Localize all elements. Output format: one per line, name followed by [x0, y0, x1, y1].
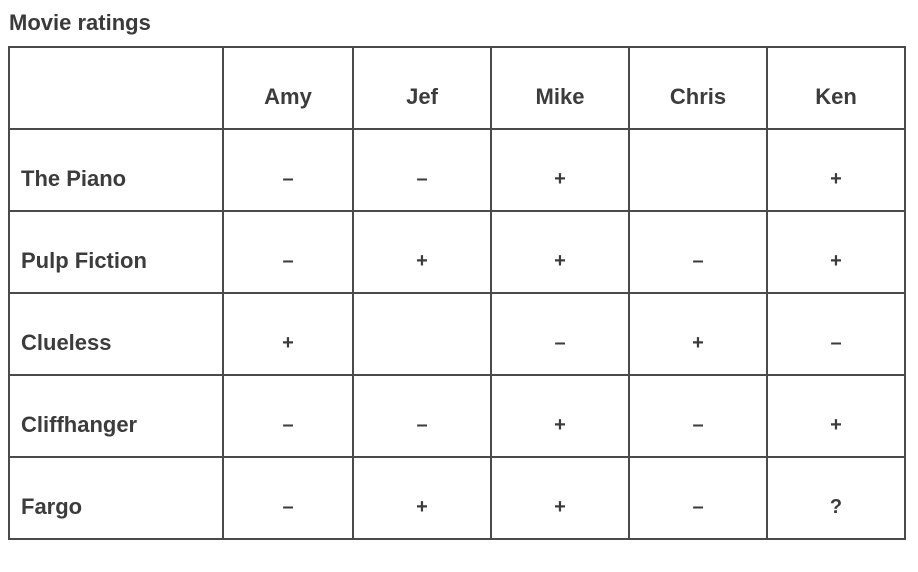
rating-cell: + [352, 456, 492, 540]
rating-cell: + [490, 456, 630, 540]
column-header-ken: Ken [766, 46, 906, 130]
rating-cell: – [222, 210, 354, 294]
rating-cell: – [222, 374, 354, 458]
rating-cell: – [628, 456, 768, 540]
header-row: Amy Jef Mike Chris Ken [8, 46, 906, 130]
row-header-movie: Fargo [8, 456, 224, 540]
table-row: The Piano – – + + [8, 128, 906, 212]
rating-cell: + [766, 374, 906, 458]
rating-cell: – [766, 292, 906, 376]
rating-cell: – [352, 128, 492, 212]
rating-cell: + [766, 210, 906, 294]
rating-cell: ? [766, 456, 906, 540]
rating-cell [352, 292, 492, 376]
row-header-movie: Pulp Fiction [8, 210, 224, 294]
row-header-movie: Cliffhanger [8, 374, 224, 458]
table-row: Clueless + – + – [8, 292, 906, 376]
rating-cell: – [628, 374, 768, 458]
rating-cell: + [352, 210, 492, 294]
table-row: Cliffhanger – – + – + [8, 374, 906, 458]
row-header-movie: Clueless [8, 292, 224, 376]
rating-cell: + [766, 128, 906, 212]
rating-cell: – [222, 456, 354, 540]
rating-cell: – [490, 292, 630, 376]
rating-cell: – [628, 210, 768, 294]
table-row: Pulp Fiction – + + – + [8, 210, 906, 294]
column-header-chris: Chris [628, 46, 768, 130]
rating-cell: + [490, 128, 630, 212]
column-header-jef: Jef [352, 46, 492, 130]
table-row: Fargo – + + – ? [8, 456, 906, 540]
column-header-amy: Amy [222, 46, 354, 130]
page-title: Movie ratings [9, 10, 151, 35]
rating-cell: + [490, 210, 630, 294]
rating-cell: + [222, 292, 354, 376]
rating-cell [628, 128, 768, 212]
rating-cell: + [628, 292, 768, 376]
rating-cell: – [222, 128, 354, 212]
rating-cell: – [352, 374, 492, 458]
ratings-table: Amy Jef Mike Chris Ken The Piano – – + +… [8, 46, 906, 540]
rating-cell: + [490, 374, 630, 458]
row-header-movie: The Piano [8, 128, 224, 212]
corner-cell [8, 46, 224, 130]
column-header-mike: Mike [490, 46, 630, 130]
